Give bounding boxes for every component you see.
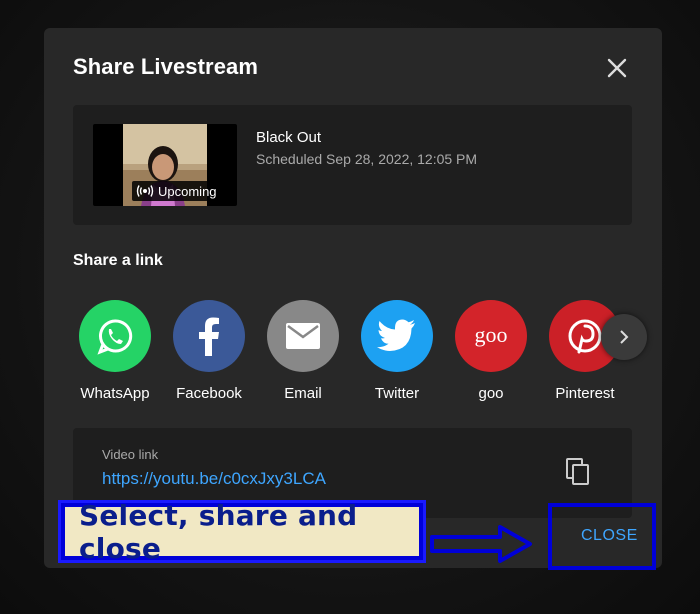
upcoming-badge: Upcoming bbox=[132, 181, 223, 201]
share-label: WhatsApp bbox=[80, 385, 150, 402]
annotation-callout: Select, share and close bbox=[58, 499, 426, 565]
goo-icon: goo bbox=[455, 300, 527, 372]
dialog-title: Share Livestream bbox=[73, 54, 259, 79]
share-goo[interactable]: goo goo bbox=[444, 300, 538, 402]
video-link-url[interactable]: https://youtu.be/c0cxJxy3LCA bbox=[102, 469, 326, 489]
next-share-button[interactable] bbox=[601, 314, 647, 360]
share-label: Twitter bbox=[374, 385, 420, 402]
share-targets: WhatsApp Facebook Email Twitter goo goo … bbox=[44, 300, 662, 410]
copy-icon[interactable] bbox=[564, 456, 592, 486]
arrow-right-icon bbox=[430, 525, 532, 563]
share-heading: Share a link bbox=[73, 252, 163, 269]
callout-text: Select, share and close bbox=[65, 499, 419, 565]
twitter-icon bbox=[361, 300, 433, 372]
email-icon bbox=[267, 300, 339, 372]
share-label: goo bbox=[478, 385, 504, 402]
share-label: Email bbox=[284, 385, 322, 402]
video-link-label: Video link bbox=[102, 447, 159, 462]
upcoming-label: Upcoming bbox=[158, 183, 217, 199]
share-email[interactable]: Email bbox=[256, 300, 350, 402]
share-twitter[interactable]: Twitter bbox=[350, 300, 444, 402]
stream-preview: Upcoming Black Out Scheduled Sep 28, 202… bbox=[73, 105, 632, 225]
broadcast-icon bbox=[136, 185, 154, 197]
whatsapp-icon bbox=[79, 300, 151, 372]
facebook-icon bbox=[173, 300, 245, 372]
chevron-right-icon bbox=[620, 330, 629, 344]
share-label: Facebook bbox=[176, 385, 242, 402]
close-button[interactable]: CLOSE bbox=[581, 527, 638, 545]
share-dialog: Share Livestream Upcoming Black Out Sche… bbox=[44, 28, 662, 568]
share-label: Pinterest bbox=[555, 385, 615, 402]
close-icon[interactable] bbox=[604, 55, 630, 81]
stream-schedule: Scheduled Sep 28, 2022, 12:05 PM bbox=[256, 151, 478, 167]
svg-text:goo: goo bbox=[475, 322, 508, 347]
stream-thumbnail: Upcoming bbox=[93, 124, 237, 206]
share-facebook[interactable]: Facebook bbox=[162, 300, 256, 402]
stream-title: Black Out bbox=[256, 129, 322, 146]
share-whatsapp[interactable]: WhatsApp bbox=[68, 300, 162, 402]
